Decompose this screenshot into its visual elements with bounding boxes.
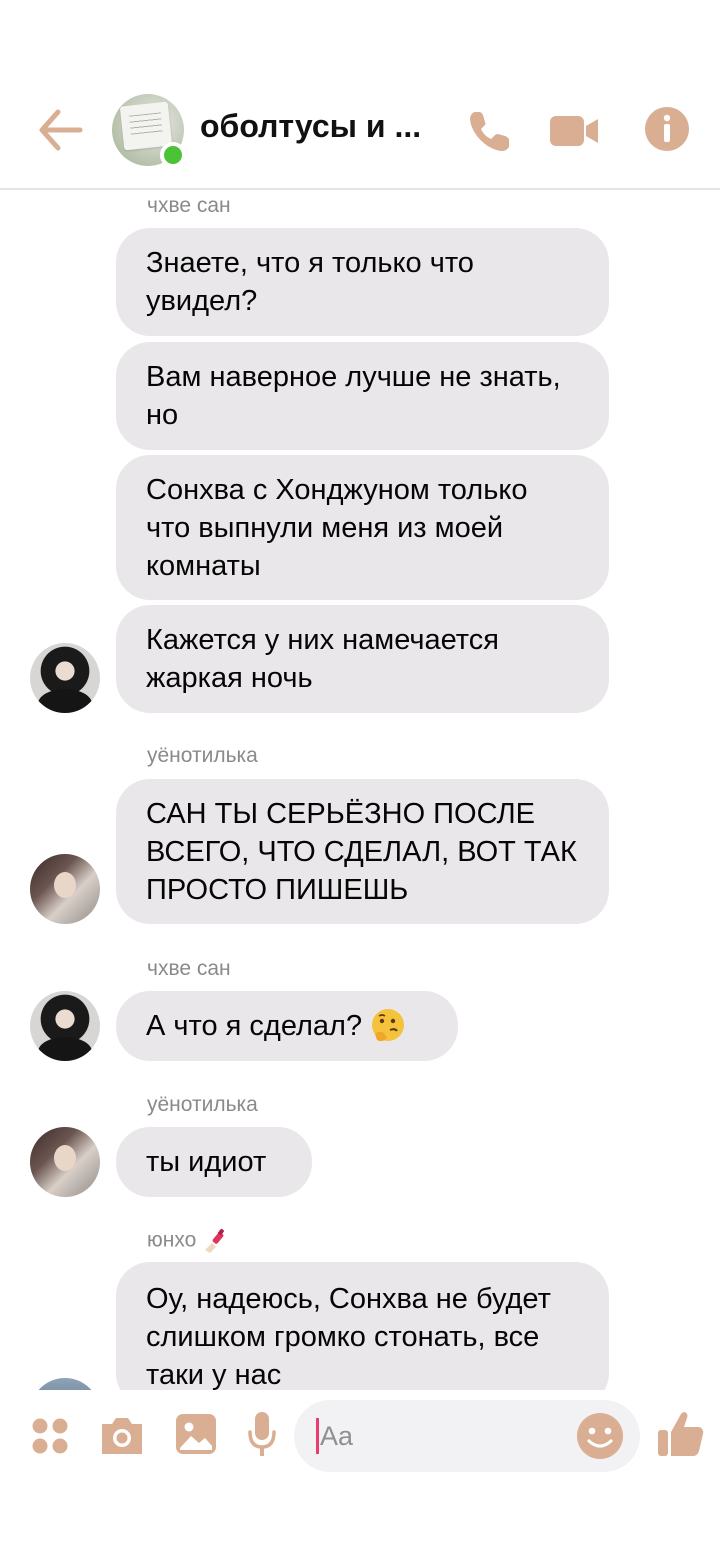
camera-icon [102,1418,142,1454]
message-input[interactable]: Aa [294,1400,640,1472]
sender-name: юнхо [147,1228,228,1254]
message-bubble[interactable]: Кажется у них намечается жаркая ночь [116,605,609,713]
message-bubble[interactable]: САН ТЫ СЕРЬЁЗНО ПОСЛЕ ВСЕГО, ЧТО СДЕЛАЛ,… [116,779,609,924]
message-text: А что я сделал? [146,1010,363,1042]
message-bubble[interactable]: Оу, надеюсь, Сонхва не будет слишком гро… [116,1262,609,1390]
message-text: Сонхва с Хонджуном только что выпнули ме… [146,473,528,582]
message-bubble[interactable]: А что я сделал? [116,991,458,1061]
gallery-button[interactable] [174,1412,218,1456]
text-cursor [316,1418,319,1454]
message-text: Оу, надеюсь, Сонхва не будет слишком гро… [146,1283,551,1390]
message-text: Кажется у них намечается жаркая ночь [146,624,499,694]
chat-title[interactable]: оболтусы и ... [200,108,421,145]
sender-name: чхве сан [147,194,231,217]
message-list[interactable]: чхве сан Знаете, что я только что увидел… [0,192,720,1390]
arrow-left-icon [39,109,83,151]
sender-name: чхве сан [147,957,231,980]
back-button[interactable] [36,108,86,152]
message-text: САН ТЫ СЕРЬЁЗНО ПОСЛЕ ВСЕГО, ЧТО СДЕЛАЛ,… [146,797,577,906]
group-avatar[interactable] [112,94,186,168]
image-icon [176,1414,216,1454]
nail-polish-icon [205,1228,225,1253]
sender-name: уёнотилька [147,1093,258,1116]
like-button[interactable] [656,1408,706,1458]
message-text: ты идиот [146,1146,267,1178]
phone-icon [470,112,509,151]
camera-button[interactable] [98,1414,146,1458]
microphone-icon [248,1412,276,1456]
messenger-chat-screen: оболтусы и ... чхве сан Знаете, что я то… [0,0,720,1560]
message-bubble[interactable]: Знаете, что я только что увидел? [116,228,609,336]
avatar[interactable] [30,854,100,924]
message-composer: Aa [0,1390,720,1486]
avatar[interactable] [30,643,100,713]
info-icon [645,107,689,151]
sender-name: уёнотилька [147,744,258,767]
chat-header: оболтусы и ... [0,72,720,190]
voice-message-button[interactable] [246,1410,278,1460]
thumbs-up-icon [658,1412,704,1456]
avatar-image [119,101,173,151]
thinking-face-icon [372,1009,405,1042]
message-input-placeholder: Aa [320,1421,354,1451]
message-text: Знаете, что я только что увидел? [146,247,474,317]
smile-icon [577,1413,623,1459]
call-button[interactable] [465,106,515,156]
apps-button[interactable] [30,1416,70,1456]
avatar[interactable] [30,1378,100,1390]
message-text: Вам наверное лучше не знать, но [146,361,561,431]
avatar[interactable] [30,991,100,1061]
sender-name-text: юнхо [147,1228,197,1252]
online-status-dot [160,142,186,168]
avatar[interactable] [30,1127,100,1197]
apps-grid-icon [32,1418,68,1454]
message-bubble[interactable]: ты идиот [116,1127,312,1197]
message-bubble[interactable]: Сонхва с Хонджуном только что выпнули ме… [116,455,609,600]
emoji-button[interactable] [576,1412,624,1460]
info-button[interactable] [644,106,694,156]
message-bubble[interactable]: Вам наверное лучше не знать, но [116,342,609,450]
video-camera-icon [550,116,598,146]
video-call-button[interactable] [548,106,598,156]
